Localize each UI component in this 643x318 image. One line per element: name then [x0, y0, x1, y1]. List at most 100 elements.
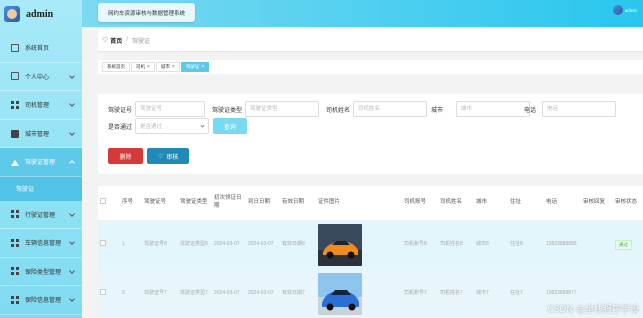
cell-status: 通过 — [613, 220, 643, 269]
status-badge: 通过 — [615, 239, 632, 250]
sidebar-item-label: 城市管理 — [25, 131, 50, 138]
column-header: 电话 — [544, 186, 581, 221]
cell-first-issue: 2024-03-07 — [212, 220, 246, 269]
avatar — [4, 6, 20, 22]
tab-label: 司机 — [136, 64, 145, 69]
sidebar-item-insurance-info[interactable]: 保险信息管理 — [0, 286, 82, 315]
tab-cities[interactable]: 城市 × — [155, 62, 180, 72]
breadcrumb-current: 驾驶证 — [131, 38, 150, 45]
delete-button[interactable]: 删除 — [108, 148, 143, 164]
orange-car-image[interactable] — [318, 223, 362, 266]
cell-driver-account: 司机账号7 — [402, 269, 438, 318]
license-no-input[interactable] — [135, 101, 206, 117]
breadcrumb-home[interactable]: 首页 — [110, 36, 122, 45]
close-icon[interactable]: × — [172, 64, 175, 70]
review-button[interactable]: ♡ 审核 — [147, 148, 189, 164]
cell-license-no: 驾驶证号7 — [142, 269, 178, 318]
license-type-label: 驾驶证类型 — [212, 107, 243, 114]
sidebar-item-insurance-types[interactable]: 保险类型管理 — [0, 258, 82, 286]
cell-driver-name: 司机姓名8 — [438, 220, 474, 269]
sidebar-item-license[interactable]: 驾驶证管理 — [0, 148, 82, 177]
driver-name-input[interactable] — [353, 101, 428, 117]
cell-driver-name: 司机姓名7 — [438, 269, 474, 318]
city-label: 城市 — [431, 107, 444, 114]
tab-label: 驾驶证 — [185, 64, 200, 69]
sidebar-item-label: 行驶证管理 — [25, 212, 56, 219]
cell-phone: 13823888888 — [544, 220, 581, 269]
grid-icon — [11, 238, 19, 247]
sidebar-item-vehicle-license[interactable]: 行驶证管理 — [0, 201, 82, 229]
topbar: 网约车资源审核与数据管理系统 admin — [82, 0, 643, 27]
home-icon — [11, 43, 19, 52]
row-checkbox[interactable] — [100, 289, 106, 296]
query-button[interactable]: 查询 — [213, 118, 247, 134]
cell-license-no: 驾驶证号8 — [142, 220, 178, 269]
cell-expire: 2024-03-07 — [246, 269, 280, 318]
column-header: 司机姓名 — [438, 186, 474, 221]
column-header: 司机账号 — [402, 186, 438, 221]
grid-icon — [11, 210, 19, 219]
tab-license[interactable]: 驾驶证 × — [180, 62, 210, 72]
close-icon[interactable]: × — [201, 64, 204, 70]
chevron-down-icon — [69, 129, 75, 136]
sidebar-menu: 系统首页 个人中心 司机管理 城市管理 驾驶证管理 驾驶证 行驶证管理 车辆信息… — [0, 34, 82, 315]
column-header: 序号 — [120, 186, 142, 221]
grid-icon — [11, 100, 19, 109]
avatar — [612, 5, 623, 15]
chevron-down-icon — [69, 210, 75, 217]
blue-car-image[interactable] — [318, 272, 362, 315]
column-header: 到日日期 — [246, 186, 280, 221]
review-button-label: 审核 — [166, 154, 179, 161]
license-type-input[interactable] — [245, 101, 320, 117]
table-row[interactable]: 1 驾驶证号8 驾驶证类型8 2024-03-07 2024-03-07 有效日… — [98, 220, 643, 269]
system-title: 网约车资源审核与数据管理系统 — [98, 3, 196, 22]
user-menu[interactable]: admin — [612, 5, 637, 15]
sidebar-item-cities[interactable]: 城市管理 — [0, 120, 82, 148]
tab-drivers[interactable]: 司机 × — [131, 62, 155, 72]
user-name: admin — [624, 7, 637, 13]
column-header: 有效日期 — [280, 186, 316, 221]
column-header: 驾驶证类型 — [178, 186, 212, 221]
cell-city: 城市8 — [474, 220, 508, 269]
sidebar-item-label: 驾驶证管理 — [25, 160, 56, 167]
column-header: 审核回复 — [581, 186, 613, 221]
row-checkbox[interactable] — [100, 240, 106, 247]
sidebar-item-home[interactable]: 系统首页 — [0, 34, 82, 63]
watermark: CSDN @全栈程序学设 — [547, 305, 639, 315]
table-header: 序号 驾驶证号 驾驶证类型 初次领证日期 到日日期 有效日期 证件图片 司机账号… — [98, 186, 643, 221]
filter-panel: 驾驶证号 驾驶证类型 司机姓名 城市 电话 是否通过 是否通过 查询 删除 ♡ … — [98, 94, 643, 174]
chevron-down-icon — [69, 239, 75, 245]
sidebar-item-profile[interactable]: 个人中心 — [0, 63, 82, 91]
column-header: 驾驶证号 — [142, 186, 178, 221]
select-all-checkbox[interactable] — [100, 198, 106, 205]
sidebar-item-drivers[interactable]: 司机管理 — [0, 91, 82, 120]
sidebar-item-vehicles[interactable]: 车辆信息管理 — [0, 229, 82, 258]
heart-icon: ♡ — [102, 37, 109, 44]
city-input[interactable] — [456, 101, 531, 117]
passed-select[interactable]: 是否通过 — [135, 118, 210, 134]
sidebar-item-label: 保险信息管理 — [25, 298, 62, 305]
close-icon[interactable]: × — [147, 64, 150, 70]
user-icon — [11, 72, 19, 81]
cell-image — [316, 269, 402, 318]
license-no-label: 驾驶证号 — [108, 107, 133, 114]
sidebar-item-label: 系统首页 — [25, 46, 50, 53]
cell-driver-account: 司机账号8 — [402, 220, 438, 269]
passed-label: 是否通过 — [108, 124, 133, 131]
brand-name: admin — [26, 8, 54, 20]
cell-city: 城市7 — [474, 269, 508, 318]
grid-icon — [11, 295, 19, 304]
tab-home[interactable]: 系统首页 — [102, 62, 130, 72]
upload-icon — [11, 158, 19, 166]
cell-index: 1 — [120, 220, 142, 269]
sidebar-subitem-license[interactable]: 驾驶证 — [0, 176, 82, 201]
cell-reply — [581, 220, 613, 269]
chevron-down-icon — [69, 72, 75, 79]
breadcrumb: ♡ 首页 / 驾驶证 — [98, 29, 643, 52]
passed-select-placeholder: 是否通过 — [140, 124, 163, 130]
cell-license-type: 驾驶证类型8 — [178, 220, 212, 269]
chevron-down-icon — [69, 267, 75, 274]
chevron-down-icon — [69, 296, 75, 302]
phone-input[interactable] — [542, 101, 617, 117]
sidebar-item-label: 保险类型管理 — [25, 269, 62, 276]
